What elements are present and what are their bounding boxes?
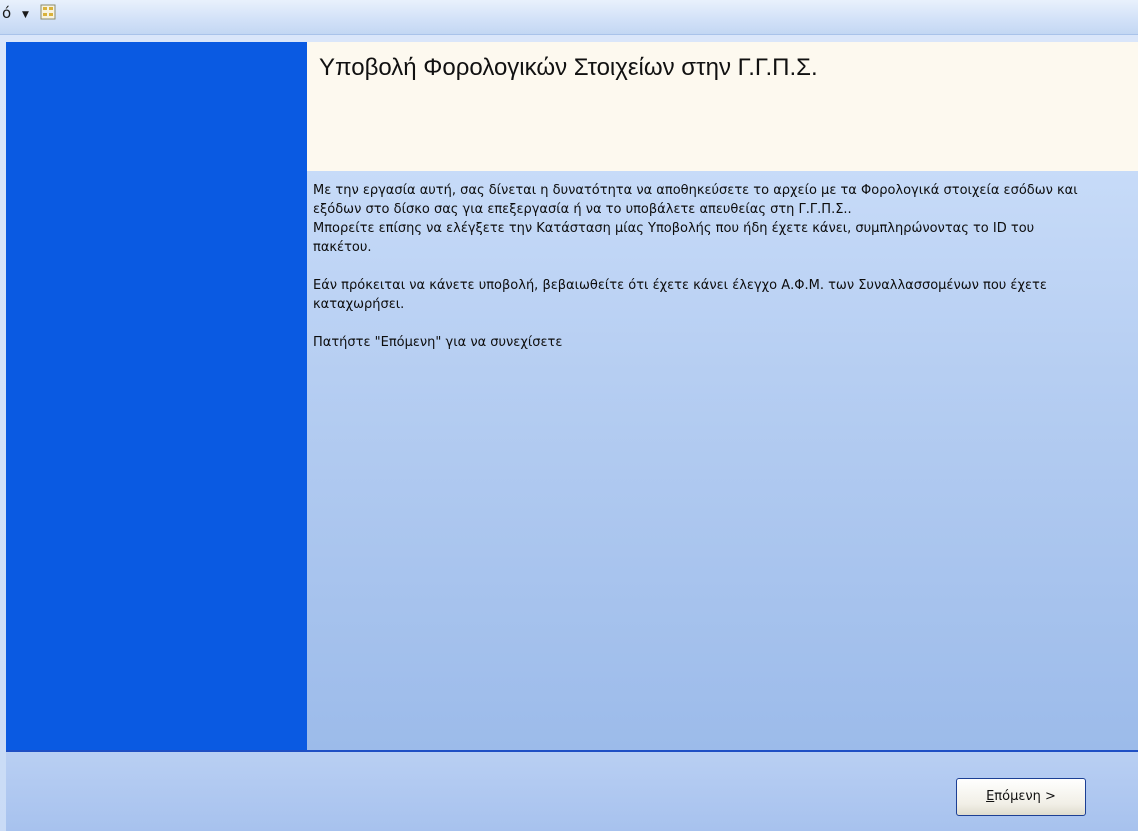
wizard-side-banner — [6, 42, 307, 750]
next-button-label: πόμενη > — [994, 789, 1056, 804]
next-button[interactable]: Επόμενη > — [956, 778, 1086, 816]
wizard-panel: Υποβολή Φορολογικών Στοιχείων στην Γ.Γ.Π… — [6, 42, 1138, 831]
wizard-header: Υποβολή Φορολογικών Στοιχείων στην Γ.Γ.Π… — [307, 42, 1138, 171]
dropdown-arrow-icon[interactable]: ▼ — [22, 6, 29, 24]
wizard-content: Με την εργασία αυτή, σας δίνεται η δυνατ… — [307, 171, 1138, 750]
wizard-title: Υποβολή Φορολογικών Στοιχείων στην Γ.Γ.Π… — [319, 54, 818, 81]
description-paragraph-4: Πατήστε "Επόμενη" για να συνεχίσετε — [313, 335, 563, 350]
wizard-description: Με την εργασία αυτή, σας δίνεται η δυνατ… — [313, 181, 1093, 371]
wizard-footer: Επόμενη > — [6, 752, 1138, 831]
description-paragraph-1: Με την εργασία αυτή, σας δίνεται η δυνατ… — [313, 183, 1078, 217]
description-paragraph-3: Εάν πρόκειται να κάνετε υποβολή, βεβαιωθ… — [313, 278, 1047, 312]
description-paragraph-2: Μπορείτε επίσης να ελέγξετε την Κατάστασ… — [313, 221, 1035, 255]
toolbar-glyph[interactable]: ó — [2, 4, 11, 22]
grid-icon[interactable] — [40, 4, 56, 20]
wizard-window: ó ▼ Υποβολή Φορολογικών Στοιχείων στην Γ… — [0, 0, 1138, 831]
toolbar: ó ▼ — [0, 0, 1138, 35]
